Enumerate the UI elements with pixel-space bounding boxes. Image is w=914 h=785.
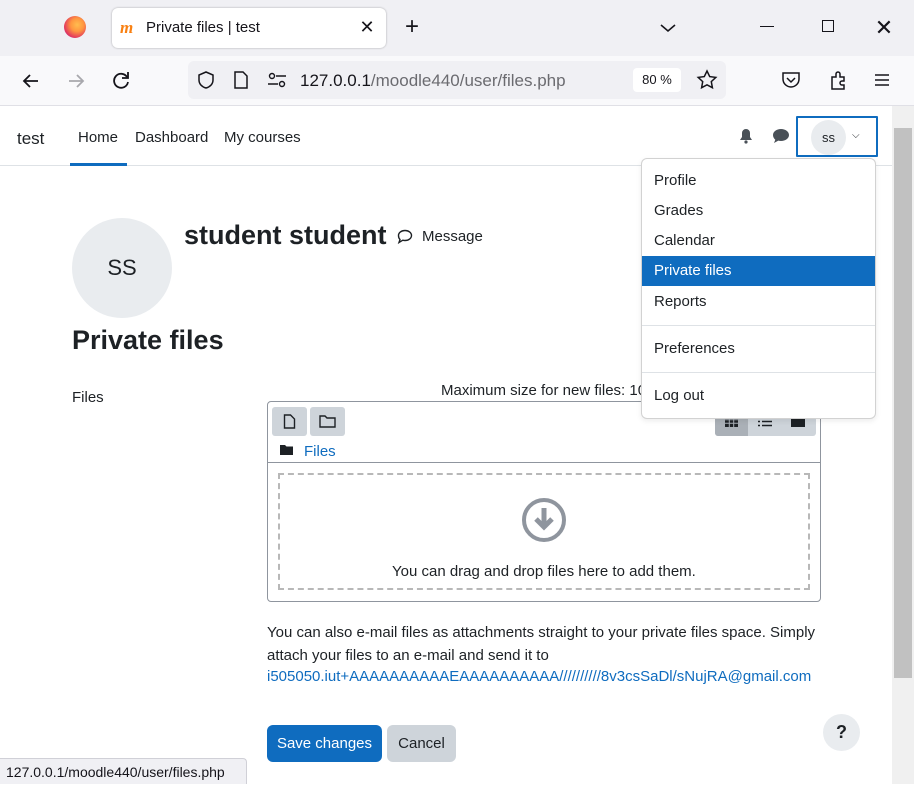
- forward-icon[interactable]: [61, 66, 91, 96]
- tab-title: Private files | test: [146, 19, 260, 36]
- menu-item-calendar[interactable]: Calendar: [642, 226, 875, 256]
- plus-icon[interactable]: +: [400, 15, 424, 40]
- bell-icon[interactable]: [737, 127, 755, 145]
- maximize-icon[interactable]: [822, 20, 834, 32]
- minimize-icon[interactable]: [760, 26, 774, 27]
- folder-icon: [319, 415, 336, 428]
- page-title: Private files: [72, 325, 224, 355]
- page-icon[interactable]: [232, 70, 250, 90]
- max-size-text: Maximum size for new files: 10: [441, 382, 647, 399]
- file-icon: [283, 414, 296, 429]
- menu-item-preferences[interactable]: Preferences: [642, 334, 875, 364]
- menu-divider: [642, 325, 875, 326]
- breadcrumb[interactable]: Files: [304, 443, 336, 460]
- chat-icon[interactable]: [771, 127, 791, 145]
- menu-item-grades[interactable]: Grades: [642, 196, 875, 226]
- help-button[interactable]: ?: [823, 714, 860, 751]
- nav-home[interactable]: Home: [78, 129, 118, 146]
- firefox-icon[interactable]: [64, 16, 86, 38]
- save-button[interactable]: Save changes: [267, 725, 382, 762]
- chevron-down-icon[interactable]: [656, 16, 680, 40]
- menu-item-private-files[interactable]: Private files: [642, 256, 875, 286]
- drop-zone-text: You can drag and drop files here to add …: [392, 563, 696, 580]
- extensions-icon[interactable]: [827, 68, 851, 92]
- reload-icon[interactable]: [106, 66, 136, 96]
- menu-item-profile[interactable]: Profile: [642, 166, 875, 196]
- close-window-icon[interactable]: ✕: [870, 14, 898, 42]
- pocket-icon[interactable]: [780, 69, 802, 91]
- profile-avatar: SS: [72, 218, 172, 318]
- zoom-level[interactable]: 80 %: [633, 68, 681, 92]
- scrollbar-thumb[interactable]: [894, 128, 912, 678]
- menu-icon[interactable]: [872, 70, 892, 90]
- nav-dashboard[interactable]: Dashboard: [135, 129, 208, 146]
- active-nav-indicator: [70, 163, 127, 166]
- download-icon: [522, 498, 566, 542]
- permissions-icon[interactable]: [266, 71, 288, 89]
- url-text[interactable]: 127.0.0.1/moodle440/user/files.php: [300, 71, 566, 91]
- chevron-down-icon[interactable]: ⌵: [852, 130, 860, 141]
- menu-item-logout[interactable]: Log out: [642, 381, 875, 411]
- email-instructions: You can also e-mail files as attachments…: [267, 624, 816, 664]
- cancel-button[interactable]: Cancel: [387, 725, 456, 762]
- profile-name: student student: [184, 220, 387, 250]
- message-icon[interactable]: [397, 229, 413, 244]
- menu-item-reports[interactable]: Reports: [642, 287, 875, 317]
- message-link[interactable]: Message: [422, 228, 483, 245]
- menu-divider: [642, 372, 875, 373]
- files-label: Files: [72, 389, 104, 406]
- moodle-icon: m: [120, 18, 134, 37]
- divider: [268, 462, 820, 463]
- back-icon[interactable]: [16, 66, 46, 96]
- folder-icon: [280, 445, 293, 455]
- close-tab-icon[interactable]: ✕: [356, 16, 378, 38]
- site-navbar: [0, 106, 892, 166]
- email-address-link[interactable]: i505050.iut+AAAAAAAAAAEAAAAAAAAAA///////…: [267, 665, 827, 688]
- nav-my-courses[interactable]: My courses: [224, 129, 301, 146]
- status-bar-url: 127.0.0.1/moodle440/user/files.php: [0, 758, 247, 784]
- star-icon[interactable]: [695, 68, 719, 92]
- site-name[interactable]: test: [17, 129, 44, 149]
- shield-icon[interactable]: [196, 70, 216, 90]
- avatar[interactable]: ss: [811, 120, 846, 155]
